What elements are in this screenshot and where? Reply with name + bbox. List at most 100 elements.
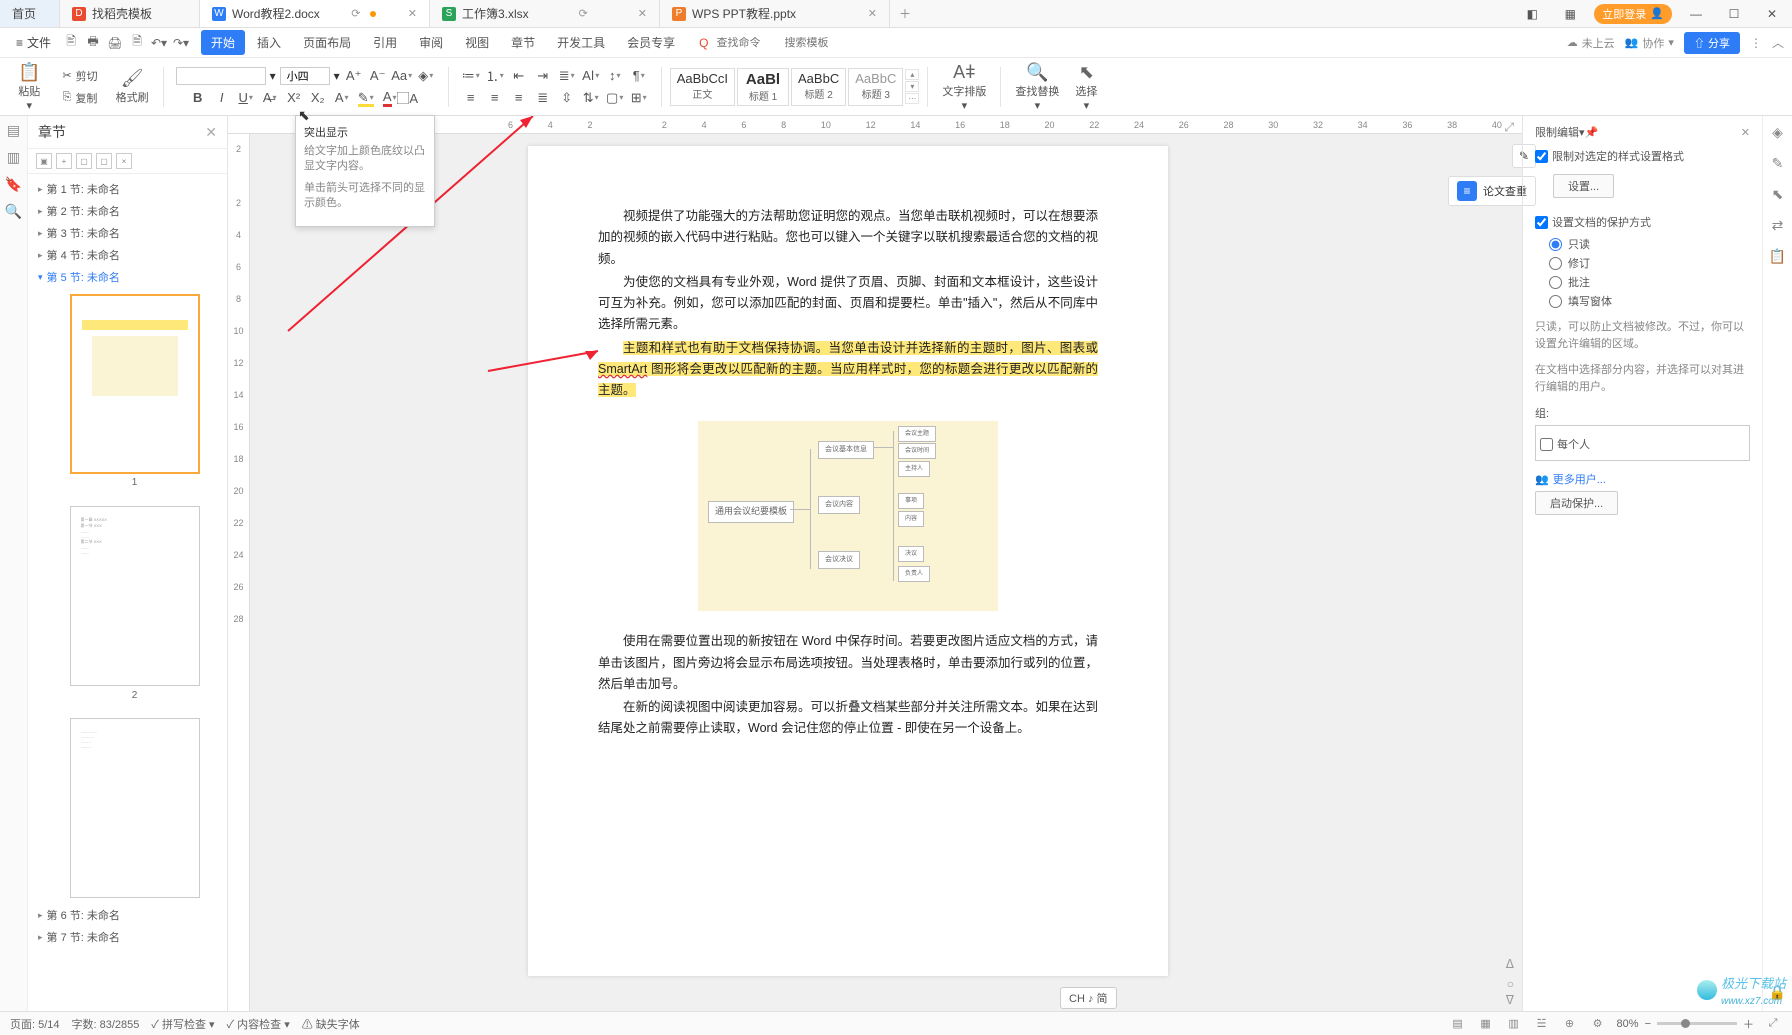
italic-icon[interactable]: I (212, 88, 232, 108)
copy-button[interactable]: ⎘复制 (59, 88, 102, 108)
section-1[interactable]: 第 1 节: 未命名 (36, 178, 219, 200)
section-7[interactable]: 第 7 节: 未命名 (36, 926, 219, 948)
indent-inc-icon[interactable]: ⇥ (533, 66, 553, 86)
pin-icon[interactable]: 📌 (1585, 126, 1599, 139)
close-icon[interactable]: ✕ (868, 7, 877, 20)
tab-xlsx[interactable]: S工作簿3.xlsx⟳✕ (430, 0, 660, 27)
font-effect-icon[interactable]: A (332, 88, 352, 108)
filter-icon[interactable]: ⇄ (1772, 217, 1784, 234)
page-thumb-2[interactable]: 第一章 XXXXX第一节 XXX................第二节 XXX.… (70, 506, 200, 686)
align-right-icon[interactable]: ≡ (509, 88, 529, 108)
add-tab-button[interactable]: ＋ (890, 0, 920, 27)
zoom-label[interactable]: 80% (1617, 1018, 1639, 1030)
close-icon[interactable]: ✕ (408, 7, 417, 20)
subscript-icon[interactable]: X₂ (308, 88, 328, 108)
status-content[interactable]: ✓ 内容检查 ▾ (227, 1016, 290, 1032)
multilevel-icon[interactable]: ≣ (557, 66, 577, 86)
align-justify-icon[interactable]: ≣ (533, 88, 553, 108)
collab-button[interactable]: 👥协作▾ (1625, 35, 1674, 51)
textdir-button[interactable]: Aǂ文字排版▾ (936, 60, 992, 114)
line-spacing-icon[interactable]: ⇅ (581, 88, 601, 108)
tools-corner-icon[interactable]: ⤢ (1504, 120, 1514, 135)
more-users-button[interactable]: 👥更多用户... (1535, 471, 1750, 487)
settings-button[interactable]: 设置... (1553, 174, 1614, 198)
preview-icon[interactable]: 🗎 (127, 33, 147, 53)
style-down-icon[interactable]: ▾ (905, 81, 919, 92)
font-size-select[interactable] (280, 67, 330, 85)
nav-down-icon[interactable]: ᐁ (1506, 993, 1514, 1007)
ime-indicator[interactable]: CH ♪ 简 (1060, 987, 1117, 1009)
bookmark-icon[interactable]: 🔖 (5, 176, 22, 193)
mtab-layout[interactable]: 页面布局 (293, 30, 361, 55)
style-h2[interactable]: AaBbC标题 2 (791, 68, 846, 106)
font-color-icon[interactable]: A (380, 88, 400, 108)
strike-icon[interactable]: A̶ (260, 88, 280, 108)
section-4[interactable]: 第 4 节: 未命名 (36, 244, 219, 266)
users-listbox[interactable]: 每个人 (1535, 425, 1750, 461)
mtab-section[interactable]: 章节 (501, 30, 545, 55)
op3-icon[interactable]: ▢ (76, 153, 92, 169)
mtab-start[interactable]: 开始 (201, 30, 245, 55)
radio-form[interactable]: 填写窗体 (1549, 293, 1750, 309)
undo-icon[interactable]: ↶▾ (149, 33, 169, 53)
clear-format-icon[interactable]: ◈ (416, 66, 436, 86)
align-center-icon[interactable]: ≡ (485, 88, 505, 108)
view-web-icon[interactable]: ▥ (1505, 1015, 1523, 1033)
more-icon[interactable]: ⋮ (1750, 36, 1762, 50)
bullets-icon[interactable]: ≔ (461, 66, 481, 86)
shading-icon[interactable]: ▢ (605, 88, 625, 108)
tools-icon[interactable]: ⊕ (1561, 1015, 1579, 1033)
sort-icon[interactable]: ↕ (605, 66, 625, 86)
tab-home[interactable]: 首页 (0, 0, 60, 27)
mtab-dev[interactable]: 开发工具 (547, 30, 615, 55)
style-more-icon[interactable]: ⋯ (905, 93, 919, 104)
font-shrink-icon[interactable]: A⁻ (368, 66, 388, 86)
close-icon[interactable]: ✕ (638, 7, 647, 20)
op2-icon[interactable]: + (56, 153, 72, 169)
font-grow-icon[interactable]: A⁺ (344, 66, 364, 86)
login-button[interactable]: 立即登录👤 (1594, 4, 1672, 24)
status-page[interactable]: 页面: 5/14 (10, 1016, 60, 1032)
chk-format[interactable]: 限制对选定的样式设置格式 (1535, 148, 1750, 164)
cursor-icon[interactable]: ⬉ (1772, 186, 1784, 203)
section-6[interactable]: 第 6 节: 未命名 (36, 904, 219, 926)
mtab-ref[interactable]: 引用 (363, 30, 407, 55)
mtab-insert[interactable]: 插入 (247, 30, 291, 55)
slide-view-icon[interactable]: ▥ (7, 149, 20, 166)
cut-button[interactable]: ✂剪切 (58, 66, 101, 86)
save-icon[interactable]: 🖶 (83, 33, 103, 53)
mtab-review[interactable]: 审阅 (409, 30, 453, 55)
style-normal[interactable]: AaBbCcI正文 (670, 68, 735, 106)
radio-track[interactable]: 修订 (1549, 255, 1750, 271)
radio-comment[interactable]: 批注 (1549, 274, 1750, 290)
tab-pptx[interactable]: PWPS PPT教程.pptx✕ (660, 0, 890, 27)
mtab-member[interactable]: 会员专享 (617, 30, 685, 55)
tab-word-doc[interactable]: WWord教程2.docx⟳✕ (200, 0, 430, 27)
style-h1[interactable]: AaBl标题 1 (737, 68, 789, 106)
mtab-view[interactable]: 视图 (455, 30, 499, 55)
style-h3[interactable]: AaBbC标题 3 (848, 68, 903, 106)
status-words[interactable]: 字数: 83/2855 (72, 1016, 140, 1032)
status-spell[interactable]: ✓ 拼写检查 ▾ (151, 1016, 214, 1032)
superscript-icon[interactable]: X² (284, 88, 304, 108)
outline-view-icon[interactable]: ▤ (7, 122, 20, 139)
radio-readonly[interactable]: 只读 (1549, 236, 1750, 252)
close-icon[interactable]: ✕ (1758, 2, 1786, 26)
format-painter-button[interactable]: 🖌格式刷 (110, 66, 155, 107)
op1-icon[interactable]: ▣ (36, 153, 52, 169)
bold-icon[interactable]: B (188, 88, 208, 108)
view-read-icon[interactable]: ▦ (1477, 1015, 1495, 1033)
file-menu[interactable]: ≡文件 (8, 34, 59, 51)
showmarks-icon[interactable]: ¶ (629, 66, 649, 86)
paste-button[interactable]: 📋粘贴▾ (12, 60, 46, 114)
op4-icon[interactable]: ▢ (96, 153, 112, 169)
settings-icon[interactable]: ◈ (1772, 124, 1783, 141)
chk-protect[interactable]: 设置文档的保护方式 (1535, 214, 1750, 230)
highlight-icon[interactable]: ✎ (356, 88, 376, 108)
select-button[interactable]: ⬉选择▾ (1069, 60, 1103, 114)
section-5[interactable]: 第 5 节: 未命名 (36, 266, 219, 288)
nav-dot-icon[interactable]: ○ (1507, 977, 1514, 991)
section-2[interactable]: 第 2 节: 未命名 (36, 200, 219, 222)
tab-templates[interactable]: D找稻壳模板 (60, 0, 200, 27)
cloud-button[interactable]: ☁未上云 (1567, 35, 1615, 51)
